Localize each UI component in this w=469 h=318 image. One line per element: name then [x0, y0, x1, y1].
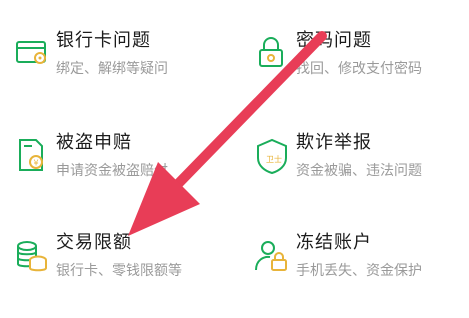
lock-icon — [252, 34, 292, 74]
topic-title: 交易限额 — [56, 232, 132, 253]
topic-description: 手机丢失、资金保护 — [296, 263, 422, 279]
topic-password[interactable]: 密码问题 找回、修改支付密码 — [252, 26, 469, 116]
fraud-report-icon: 卫士 — [252, 136, 292, 176]
topic-description: 绑定、解绑等疑问 — [56, 61, 168, 77]
svg-text:卫士: 卫士 — [266, 154, 282, 164]
claim-document-icon: ¥ — [12, 136, 52, 176]
topic-theft-claim[interactable]: ¥ 被盗申赔 申请资金被盗赔付 — [12, 128, 242, 218]
topic-title: 欺诈举报 — [296, 132, 372, 153]
topic-transaction-limit[interactable]: 交易限额 银行卡、零钱限额等 — [12, 228, 242, 318]
topic-fraud-report[interactable]: 卫士 欺诈举报 资金被骗、违法问题 — [252, 128, 469, 218]
topic-description: 找回、修改支付密码 — [296, 61, 422, 77]
topic-freeze-account[interactable]: 冻结账户 手机丢失、资金保护 — [252, 228, 469, 318]
svg-text:¥: ¥ — [33, 159, 38, 168]
topic-description: 申请资金被盗赔付 — [56, 163, 168, 179]
topic-title: 银行卡问题 — [56, 30, 151, 51]
coin-stack-icon — [12, 236, 52, 276]
help-topic-grid: 银行卡问题 绑定、解绑等疑问 密码问题 找回、修改支付密码 ¥ 被盗申赔 申请资… — [0, 0, 469, 294]
topic-description: 银行卡、零钱限额等 — [56, 263, 182, 279]
topic-bank-card[interactable]: 银行卡问题 绑定、解绑等疑问 — [12, 26, 242, 116]
topic-title: 密码问题 — [296, 30, 372, 51]
bank-card-icon — [12, 34, 52, 74]
user-lock-icon — [252, 236, 292, 276]
topic-title: 冻结账户 — [296, 232, 372, 253]
topic-title: 被盗申赔 — [56, 132, 132, 153]
topic-description: 资金被骗、违法问题 — [296, 163, 422, 179]
